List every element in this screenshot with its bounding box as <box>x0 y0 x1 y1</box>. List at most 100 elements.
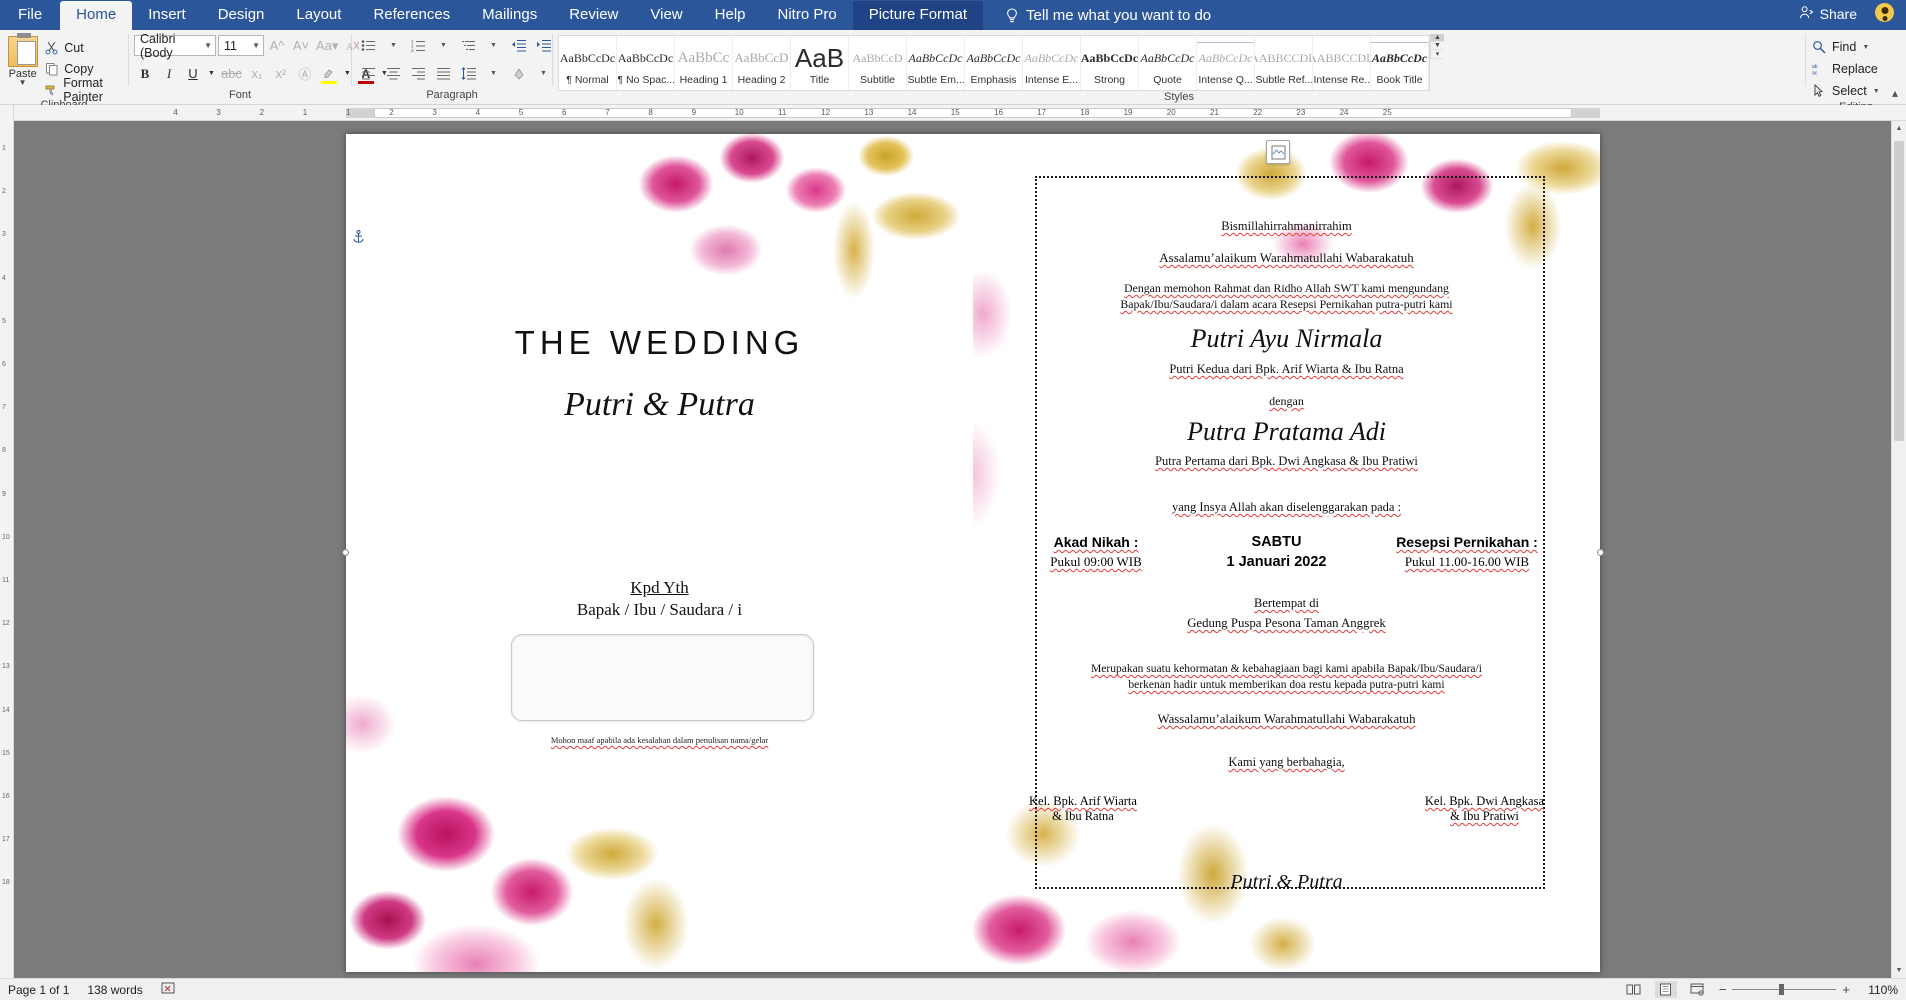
document-page[interactable]: THE WEDDING Putri & Putra Kpd Yth Bapak … <box>342 134 1604 972</box>
print-layout-icon[interactable] <box>1654 981 1677 998</box>
font-name-input[interactable]: Calibri (Body ▼ <box>134 32 216 60</box>
tab-layout[interactable]: Layout <box>280 1 357 30</box>
tab-nitro-pro[interactable]: Nitro Pro <box>762 1 853 30</box>
format-painter-button[interactable]: Format Painter <box>44 76 123 104</box>
user-avatar[interactable] <box>1875 3 1894 22</box>
underline-icon[interactable]: U <box>182 63 204 84</box>
italic-icon[interactable]: I <box>158 63 180 84</box>
tab-help[interactable]: Help <box>699 1 762 30</box>
align-center-icon[interactable] <box>382 63 405 84</box>
find-button[interactable]: Find ▼ <box>1811 37 1869 57</box>
share-button[interactable]: Share <box>1799 5 1857 23</box>
strikethrough-icon[interactable]: abc <box>219 63 244 84</box>
scroll-up-icon[interactable]: ▲ <box>1892 121 1906 136</box>
text-effects-icon[interactable]: Ⓐ <box>294 63 316 84</box>
align-right-icon[interactable] <box>407 63 430 84</box>
text-highlight-icon[interactable] <box>318 63 340 84</box>
styles-gallery-scrollbar[interactable]: ▲ ▼ ▾ <box>1430 34 1444 59</box>
multilevel-list-icon[interactable] <box>457 35 480 56</box>
document-canvas[interactable]: THE WEDDING Putri & Putra Kpd Yth Bapak … <box>14 121 1906 978</box>
style-card-no-spac[interactable]: AaBbCcDc ¶ No Spac... <box>617 36 675 90</box>
tab-mailings[interactable]: Mailings <box>466 1 553 30</box>
chevron-down-icon[interactable]: ▼ <box>482 35 505 56</box>
tab-file[interactable]: File <box>0 1 61 30</box>
bullets-icon[interactable] <box>357 35 380 56</box>
style-card-subtitle[interactable]: AaBbCcD Subtitle <box>849 36 907 90</box>
horizontal-ruler[interactable]: 4 3 2 1 1 2 3 4 5 6 7 8 9 10 11 12 13 14 15 16 17 18 19 20 21 22 2… <box>14 105 1906 121</box>
style-card-title[interactable]: AaB Title <box>791 36 849 90</box>
tab-picture-format[interactable]: Picture Format <box>852 1 984 30</box>
scrollbar-thumb[interactable] <box>1894 141 1904 441</box>
scroll-down-icon[interactable]: ▼ <box>1892 963 1906 978</box>
zoom-slider[interactable]: − + <box>1719 982 1850 997</box>
tab-references[interactable]: References <box>357 1 466 30</box>
page-indicator[interactable]: Page 1 of 1 <box>8 983 69 997</box>
grow-font-icon[interactable]: A^ <box>266 35 288 56</box>
styles-gallery[interactable]: AaBbCcDc ¶ Normal AaBbCcDc ¶ No Spac... AaBb… <box>558 35 1430 91</box>
paste-button[interactable]: Paste ▼ <box>5 33 40 87</box>
style-card-book-title[interactable]: AaBbCcDc Book Title <box>1371 36 1429 90</box>
align-left-icon[interactable] <box>357 63 380 84</box>
zoom-level[interactable]: 110% <box>1860 983 1898 997</box>
zoom-track[interactable] <box>1732 984 1837 995</box>
style-card-strong[interactable]: AaBbCcDc Strong <box>1081 36 1139 90</box>
styles-scroll-down-icon[interactable]: ▼ <box>1431 42 1444 50</box>
zoom-out-icon[interactable]: − <box>1719 982 1727 997</box>
chevron-down-icon[interactable]: ▼ <box>252 41 260 50</box>
increase-indent-icon[interactable] <box>532 35 555 56</box>
style-card-intense-e[interactable]: AaBbCcDc Intense E... <box>1023 36 1081 90</box>
zoom-thumb[interactable] <box>1779 984 1785 995</box>
style-card-intense-re[interactable]: AABBCCDD Intense Re... <box>1313 36 1371 90</box>
tab-home[interactable]: Home <box>60 1 133 30</box>
chevron-down-icon[interactable]: ▼ <box>5 79 40 87</box>
superscript-icon[interactable]: x² <box>270 63 292 84</box>
picture-handle-right[interactable] <box>1597 549 1604 556</box>
chevron-down-icon[interactable]: ▼ <box>482 63 505 84</box>
web-layout-icon[interactable] <box>1687 981 1709 998</box>
style-card-heading-2[interactable]: AaBbCcD Heading 2 <box>733 36 791 90</box>
style-card-heading-1[interactable]: AaBbCc Heading 1 <box>675 36 733 90</box>
chevron-down-icon[interactable]: ▼ <box>1862 44 1869 51</box>
style-card-intense-q[interactable]: AaBbCcDc Intense Q... <box>1197 36 1255 90</box>
subscript-icon[interactable]: x₁ <box>246 63 268 84</box>
word-count[interactable]: 138 words <box>87 983 142 997</box>
layout-options-button[interactable] <box>1266 140 1290 164</box>
collapse-ribbon-icon[interactable]: ▴ <box>1892 86 1898 100</box>
vertical-ruler[interactable]: 1 2 3 4 5 6 7 8 9 10 11 12 13 14 15 16 17 18 <box>0 105 14 978</box>
tab-design[interactable]: Design <box>202 1 281 30</box>
proofing-errors-icon[interactable] <box>161 982 175 998</box>
replace-button[interactable]: ab ac Replace <box>1811 59 1878 79</box>
numbering-icon[interactable]: 123 <box>407 35 430 56</box>
styles-scroll-up-icon[interactable]: ▲ <box>1431 34 1444 42</box>
select-button[interactable]: Select ▼ <box>1811 81 1880 101</box>
chevron-down-icon[interactable]: ▼ <box>432 35 455 56</box>
style-card-quote[interactable]: AaBbCcDc Quote <box>1139 36 1197 90</box>
chevron-down-icon[interactable]: ▼ <box>1873 88 1880 95</box>
picture-handle-left[interactable] <box>342 549 349 556</box>
tell-me-box[interactable]: Tell me what you want to do <box>1005 7 1211 30</box>
bold-icon[interactable]: B <box>134 63 156 84</box>
justify-icon[interactable] <box>432 63 455 84</box>
chevron-down-icon[interactable]: ▼ <box>532 63 555 84</box>
recipient-name-textbox[interactable] <box>511 634 814 721</box>
decrease-indent-icon[interactable] <box>507 35 530 56</box>
tab-insert[interactable]: Insert <box>132 1 202 30</box>
vertical-scrollbar[interactable]: ▲ ▼ <box>1891 121 1906 978</box>
style-card-subtle-ref[interactable]: AABBCCDD Subtle Ref... <box>1255 36 1313 90</box>
chevron-down-icon[interactable]: ▼ <box>206 63 217 84</box>
style-card-emphasis[interactable]: AaBbCcDc Emphasis <box>965 36 1023 90</box>
cut-button[interactable]: Cut <box>44 38 123 57</box>
tab-view[interactable]: View <box>634 1 698 30</box>
shrink-font-icon[interactable]: A˅ <box>290 35 312 56</box>
font-size-input[interactable]: 11 ▼ <box>218 35 264 56</box>
chevron-down-icon[interactable]: ▼ <box>204 41 212 50</box>
tab-review[interactable]: Review <box>553 1 634 30</box>
style-card-normal[interactable]: AaBbCcDc ¶ Normal <box>559 36 617 90</box>
styles-more-icon[interactable]: ▾ <box>1431 50 1444 59</box>
line-spacing-icon[interactable] <box>457 63 480 84</box>
style-card-subtle-em[interactable]: AaBbCcDc Subtle Em... <box>907 36 965 90</box>
read-mode-icon[interactable] <box>1623 981 1645 998</box>
chevron-down-icon[interactable]: ▼ <box>382 35 405 56</box>
zoom-in-icon[interactable]: + <box>1842 982 1850 997</box>
change-case-icon[interactable]: Aa▾ <box>314 35 340 56</box>
